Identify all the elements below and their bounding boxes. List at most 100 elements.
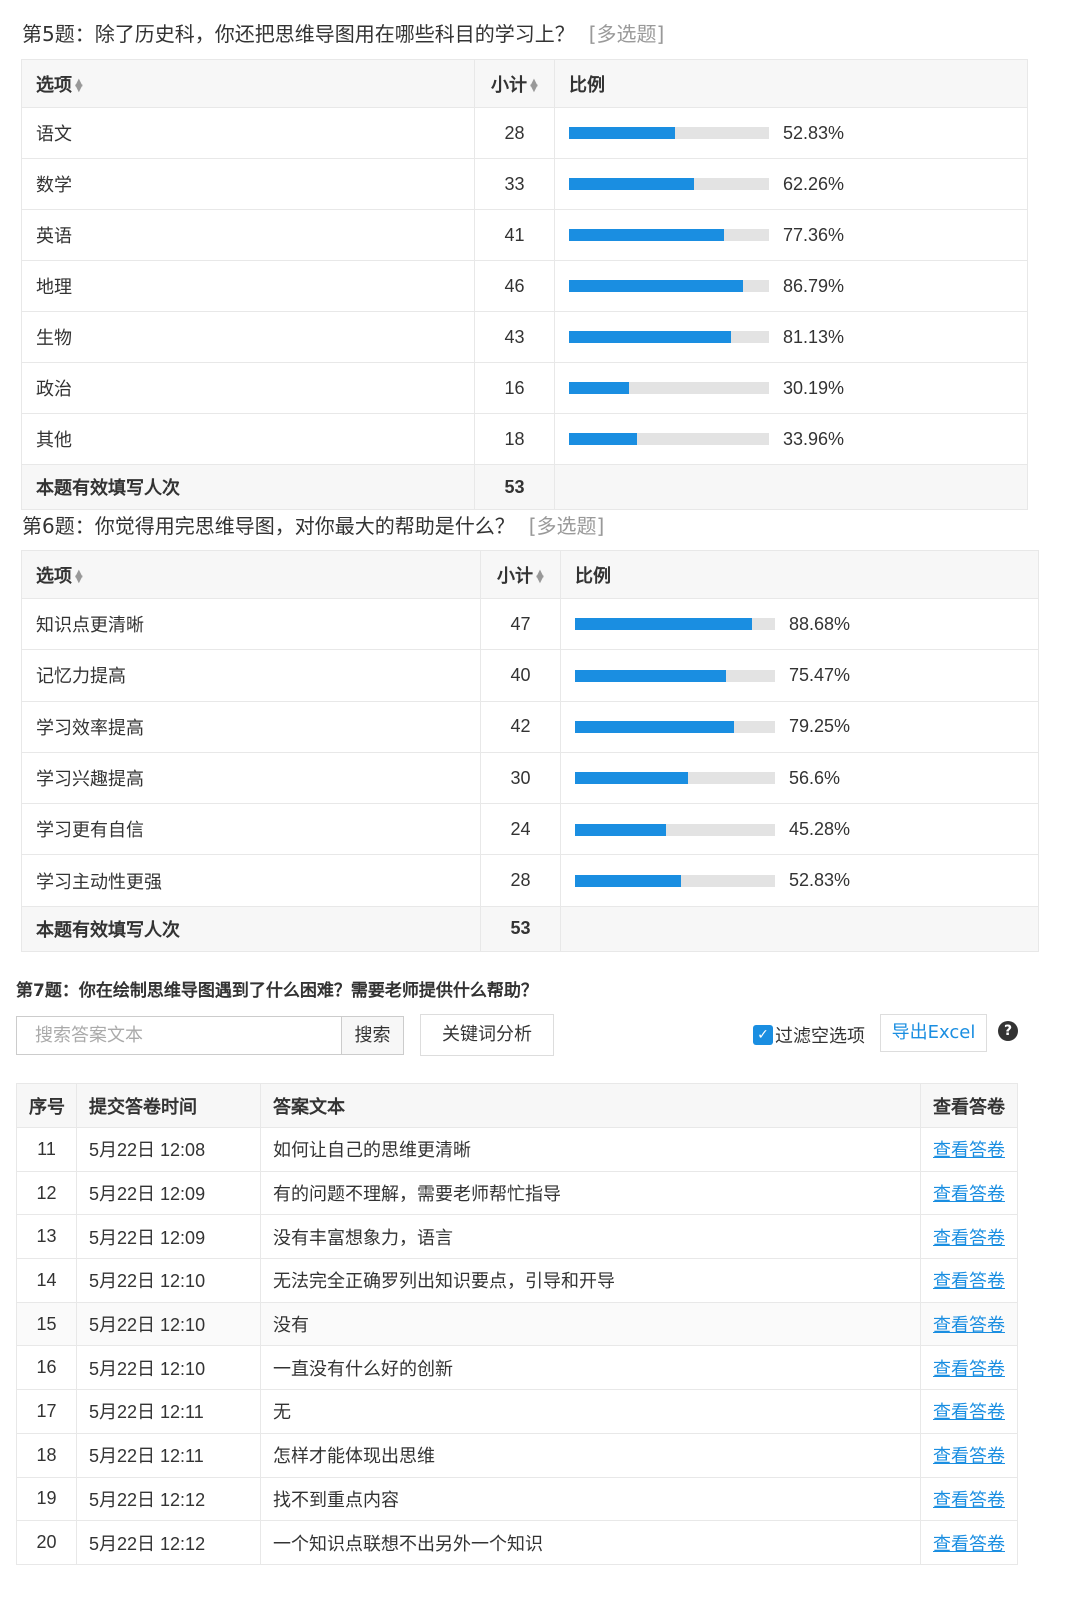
submit-time: 5月22日 12:12 — [76, 1477, 261, 1522]
progress-fill — [575, 772, 689, 785]
progress-track — [575, 874, 775, 887]
progress-track — [569, 331, 769, 344]
option-label: 学习主动性更强 — [21, 854, 481, 907]
progress-fill — [569, 178, 694, 191]
view-answer-link[interactable]: 查看答卷 — [920, 1258, 1018, 1303]
help-icon[interactable]: ? — [998, 1021, 1018, 1041]
ratio-cell: 75.47% — [560, 649, 1039, 702]
view-answer-link[interactable]: 查看答卷 — [920, 1171, 1018, 1216]
q6-header-count[interactable]: 小计 ▲ ▼ — [480, 550, 561, 599]
q7-title: 第7题：你在绘制思维导图遇到了什么困难？需要老师提供什么帮助？ — [16, 981, 538, 1001]
stat-row: 知识点更清晰 47 88.68% — [21, 597, 1039, 651]
checkbox-checked-icon[interactable]: ✓ — [753, 1025, 773, 1045]
percent-label: 77.36% — [783, 224, 845, 245]
sort-icon[interactable]: ▲ ▼ — [530, 77, 538, 93]
table-row: 20 5月22日 12:12 一个知识点联想不出另外一个知识 查看答卷 — [16, 1520, 1018, 1565]
answers-table: 序号 提交答卷时间 答案文本 查看答卷 11 5月22日 12:08 如何让自己的思… — [16, 1083, 1018, 1565]
view-answer-link[interactable]: 查看答卷 — [920, 1345, 1018, 1391]
sort-icon[interactable]: ▲ ▼ — [75, 77, 83, 93]
view-answer-link[interactable]: 查看答卷 — [920, 1520, 1018, 1565]
option-count: 24 — [480, 803, 561, 856]
progress-track — [575, 618, 775, 631]
view-answer-link-text[interactable]: 查看答卷 — [933, 1271, 1005, 1292]
q6-type-tag: [多选题] — [528, 514, 605, 538]
option-label: 政治 — [21, 362, 475, 414]
view-answer-link-text[interactable]: 查看答卷 — [933, 1534, 1005, 1555]
stat-row: 地理 46 86.79% — [21, 260, 1028, 312]
progress-fill — [569, 433, 637, 446]
header-text: 答案文本 — [260, 1083, 921, 1128]
option-label: 语文 — [21, 107, 475, 159]
ratio-cell: 52.83% — [560, 854, 1039, 907]
export-excel-button[interactable]: 导出Excel — [880, 1014, 987, 1052]
header-view: 查看答卷 — [920, 1083, 1018, 1128]
submit-time: 5月22日 12:09 — [76, 1214, 261, 1260]
answer-text: 没有丰富想象力，语言 — [260, 1214, 921, 1260]
option-count: 46 — [474, 260, 555, 312]
stat-row: 英语 41 77.36% — [21, 209, 1028, 261]
progress-fill — [575, 669, 726, 682]
view-answer-link-text[interactable]: 查看答卷 — [933, 1359, 1005, 1380]
percent-label: 52.83% — [789, 870, 851, 891]
view-answer-link[interactable]: 查看答卷 — [920, 1214, 1018, 1260]
option-label: 其他 — [21, 413, 475, 465]
search-input[interactable]: 搜索答案文本 — [16, 1016, 342, 1055]
total-empty-cell — [554, 464, 1028, 510]
table-row: 18 5月22日 12:11 怎样才能体现出思维 查看答卷 — [16, 1433, 1018, 1478]
view-answer-link[interactable]: 查看答卷 — [920, 1477, 1018, 1522]
view-answer-link-text[interactable]: 查看答卷 — [933, 1402, 1005, 1423]
answer-text: 无 — [260, 1389, 921, 1434]
ratio-cell: 62.26% — [554, 158, 1028, 210]
answer-text: 有的问题不理解，需要老师帮忙指导 — [260, 1171, 921, 1216]
view-answer-link-text[interactable]: 查看答卷 — [933, 1140, 1005, 1161]
view-answer-link-text[interactable]: 查看答卷 — [933, 1446, 1005, 1467]
table-row: 15 5月22日 12:10 没有 查看答卷 — [16, 1302, 1018, 1347]
view-answer-link[interactable]: 查看答卷 — [920, 1127, 1018, 1172]
search-button[interactable]: 搜索 — [341, 1016, 404, 1055]
table-row: 14 5月22日 12:10 无法完全正确罗列出知识要点，引导和开导 查看答卷 — [16, 1258, 1018, 1303]
ratio-cell: 88.68% — [560, 597, 1039, 651]
progress-fill — [569, 382, 630, 395]
filter-empty-toggle[interactable]: ✓ 过滤空选项 — [753, 1022, 865, 1048]
view-answer-link-text[interactable]: 查看答卷 — [933, 1228, 1005, 1249]
total-row: 本题有效填写人次 53 — [21, 905, 1039, 952]
ratio-cell: 86.79% — [554, 260, 1028, 312]
row-number: 20 — [16, 1520, 77, 1565]
submit-time: 5月22日 12:10 — [76, 1345, 261, 1391]
total-empty-cell — [560, 905, 1039, 952]
q6-header-option[interactable]: 选项 ▲ ▼ — [21, 550, 481, 599]
table-row: 11 5月22日 12:08 如何让自己的思维更清晰 查看答卷 — [16, 1127, 1018, 1172]
option-label: 生物 — [21, 311, 475, 363]
progress-fill — [569, 280, 743, 293]
view-answer-link[interactable]: 查看答卷 — [920, 1302, 1018, 1347]
q5-title: 第5题：除了历史科，你还把思维导图用在哪些科目的学习上？ [多选题] — [22, 18, 664, 47]
total-count: 53 — [480, 905, 561, 952]
answer-text: 找不到重点内容 — [260, 1477, 921, 1522]
view-answer-link-text[interactable]: 查看答卷 — [933, 1490, 1005, 1511]
row-number: 13 — [16, 1214, 77, 1260]
sort-icon[interactable]: ▲ ▼ — [75, 568, 83, 584]
ratio-cell: 33.96% — [554, 413, 1028, 465]
q5-header-option[interactable]: 选项 ▲ ▼ — [21, 59, 475, 108]
view-answer-link-text[interactable]: 查看答卷 — [933, 1315, 1005, 1336]
ratio-cell: 52.83% — [554, 107, 1028, 159]
q5-header-count[interactable]: 小计 ▲ ▼ — [474, 59, 555, 108]
q6-title: 第6题：你觉得用完思维导图，对你最大的帮助是什么？ [多选题] — [22, 510, 604, 539]
answer-text: 一直没有什么好的创新 — [260, 1345, 921, 1391]
table-row: 16 5月22日 12:10 一直没有什么好的创新 查看答卷 — [16, 1345, 1018, 1391]
option-count: 28 — [480, 854, 561, 907]
view-answer-link[interactable]: 查看答卷 — [920, 1433, 1018, 1478]
option-label: 学习更有自信 — [21, 803, 481, 856]
q6-stat-table: 选项 ▲ ▼ 小计 ▲ ▼ 比例 知识点更清晰 47 88.68% 记忆力提高 40 75.47%… — [21, 550, 1039, 952]
keyword-analysis-button[interactable]: 关键词分析 — [420, 1014, 554, 1056]
answer-text: 如何让自己的思维更清晰 — [260, 1127, 921, 1172]
stat-row: 学习兴趣提高 30 56.6% — [21, 751, 1039, 805]
submit-time: 5月22日 12:10 — [76, 1258, 261, 1303]
view-answer-link[interactable]: 查看答卷 — [920, 1389, 1018, 1434]
row-number: 11 — [16, 1127, 77, 1172]
option-label: 英语 — [21, 209, 475, 261]
option-label: 数学 — [21, 158, 475, 210]
sort-icon[interactable]: ▲ ▼ — [536, 568, 544, 584]
progress-fill — [575, 618, 753, 631]
view-answer-link-text[interactable]: 查看答卷 — [933, 1184, 1005, 1205]
